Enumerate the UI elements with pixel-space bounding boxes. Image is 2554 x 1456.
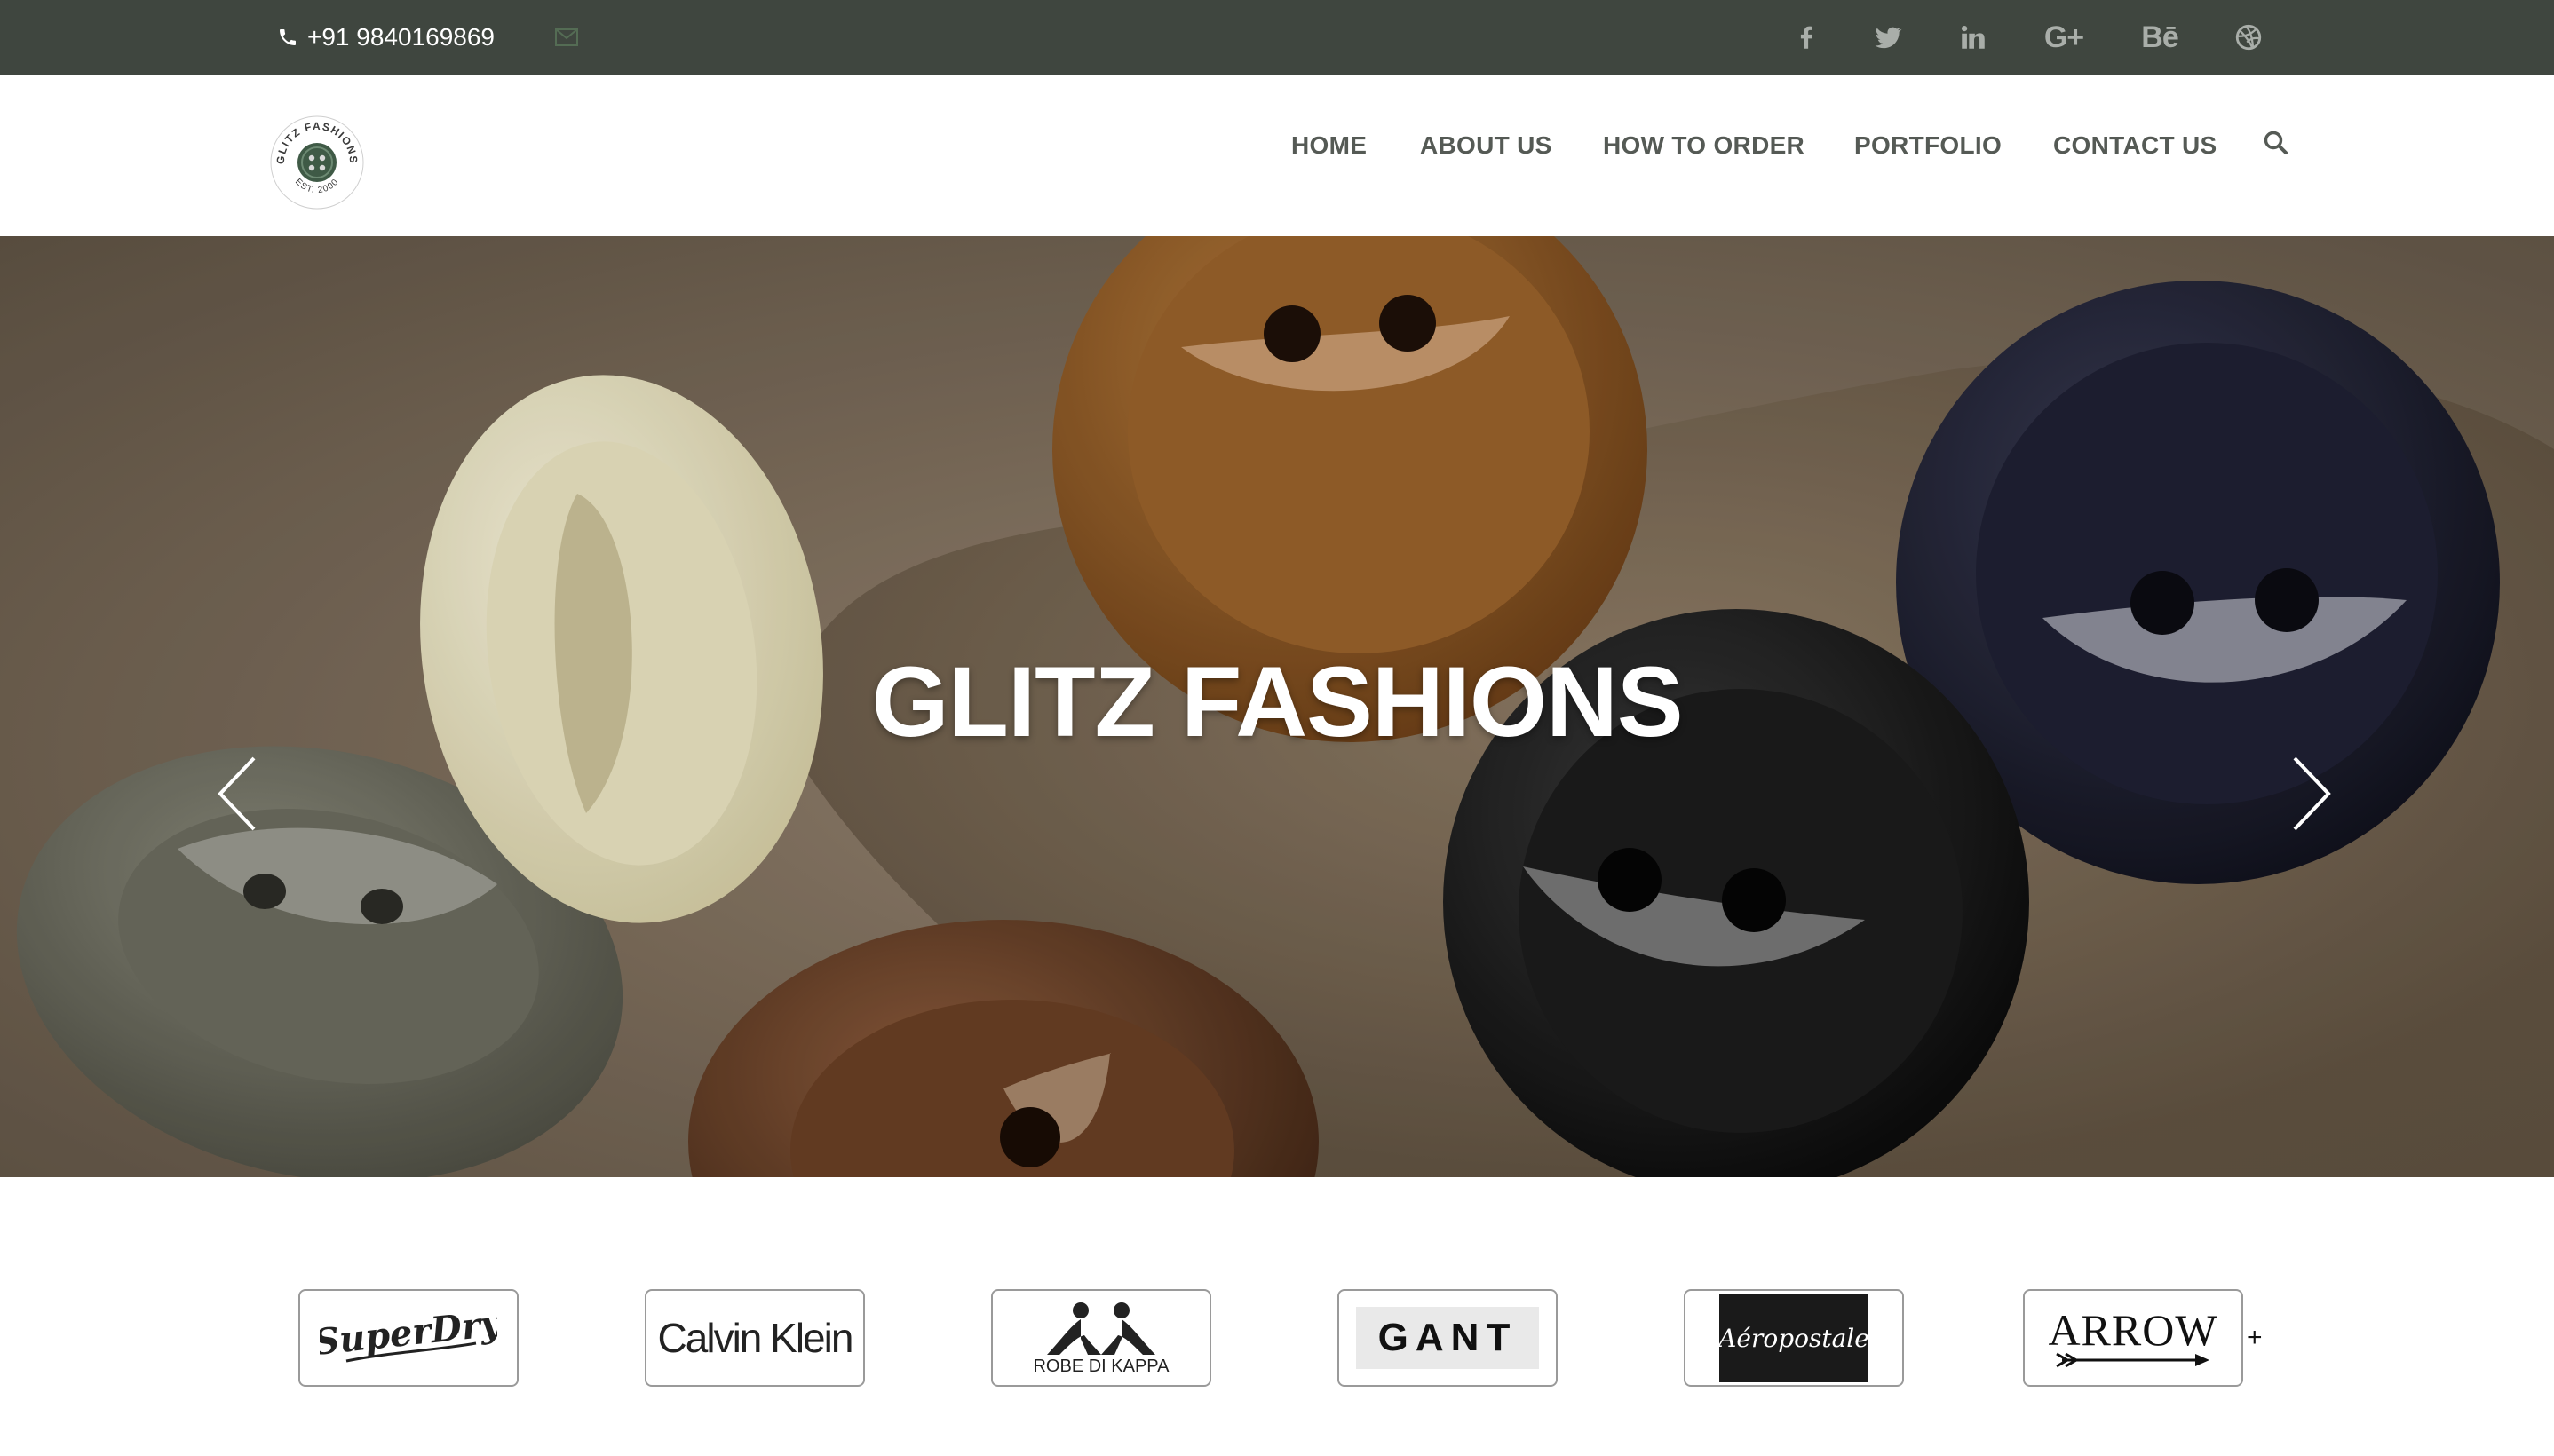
hero-slider: GLITZ FASHIONS <box>0 236 2554 1177</box>
nav-portfolio[interactable]: PORTFOLIO <box>1854 131 2002 160</box>
nav-about-us[interactable]: ABOUT US <box>1420 131 1552 160</box>
phone-contact[interactable]: +91 9840169869 <box>277 0 495 75</box>
phone-icon <box>280 29 296 45</box>
brand-superdry-text: SuperDry <box>320 1302 497 1364</box>
brand-logo-arrow[interactable]: ARROW <box>2023 1289 2243 1387</box>
nav-how-to-order[interactable]: HOW TO ORDER <box>1603 131 1804 160</box>
brand-calvin-klein-text: Calvin Klein <box>657 1315 854 1361</box>
chevron-left-icon[interactable] <box>211 751 265 836</box>
brand-logo-gant[interactable]: GANT <box>1337 1289 1558 1387</box>
brand-kappa-text: ROBE DI KAPPA <box>1033 1356 1170 1376</box>
brand-logo-kappa[interactable]: ROBE DI KAPPA <box>991 1289 1211 1387</box>
nav-contact-us[interactable]: CONTACT US <box>2053 131 2217 160</box>
phone-number: +91 9840169869 <box>307 23 495 51</box>
brand-arrow-text: ARROW <box>2048 1305 2218 1355</box>
dribbble-icon[interactable] <box>2220 0 2277 75</box>
logo[interactable]: GLITZ FASHIONS EST. 2000 <box>268 114 366 211</box>
brand-aeropostale-text: Aéropostale <box>1718 1323 1869 1353</box>
top-bar: +91 9840169869 G+ Bē <box>0 0 2554 75</box>
brand-logo-calvin-klein[interactable]: Calvin Klein <box>645 1289 865 1387</box>
facebook-icon[interactable] <box>1778 0 1835 75</box>
mail-icon[interactable] <box>554 26 579 49</box>
google-plus-icon[interactable]: G+ <box>2035 0 2092 75</box>
brand-gant-text: GANT <box>1377 1316 1518 1359</box>
brand-logo-aeropostale[interactable]: Aéropostale <box>1684 1289 1904 1387</box>
search-icon[interactable] <box>2263 130 2289 156</box>
hero-title: GLITZ FASHIONS <box>871 646 1683 757</box>
twitter-icon[interactable] <box>1860 0 1916 75</box>
linkedin-icon[interactable] <box>1945 0 2002 75</box>
nav-home[interactable]: HOME <box>1291 131 1367 160</box>
more-brands-indicator: + <box>2247 1323 2263 1352</box>
chevron-right-icon[interactable] <box>2284 751 2337 836</box>
brand-logo-superdry[interactable]: SuperDry <box>298 1289 519 1387</box>
behance-icon[interactable]: Bē <box>2131 0 2188 75</box>
